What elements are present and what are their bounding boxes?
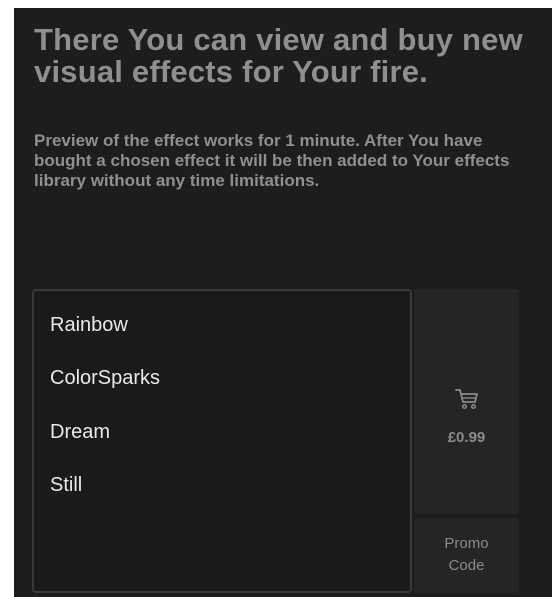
effects-list: Rainbow ColorSparks Dream Still: [32, 289, 412, 593]
effect-item-dream[interactable]: Dream: [50, 420, 110, 444]
promo-code-label-line1: Promo: [444, 535, 489, 552]
promo-code-button[interactable]: Promo Code: [414, 518, 519, 593]
cart-icon: [455, 389, 478, 410]
effect-item-still[interactable]: Still: [50, 473, 82, 497]
page-title: There You can view and buy new visual ef…: [34, 22, 523, 89]
effect-item-rainbow[interactable]: Rainbow: [50, 313, 128, 337]
buy-button[interactable]: £0.99: [414, 289, 519, 514]
price-label: £0.99: [447, 429, 486, 446]
page-description: Preview of the effect works for 1 minute…: [34, 131, 510, 190]
promo-code-label-line2: Code: [448, 557, 485, 574]
effects-store-screen: There You can view and buy new visual ef…: [14, 8, 552, 597]
effect-item-colorsparks[interactable]: ColorSparks: [50, 366, 160, 390]
